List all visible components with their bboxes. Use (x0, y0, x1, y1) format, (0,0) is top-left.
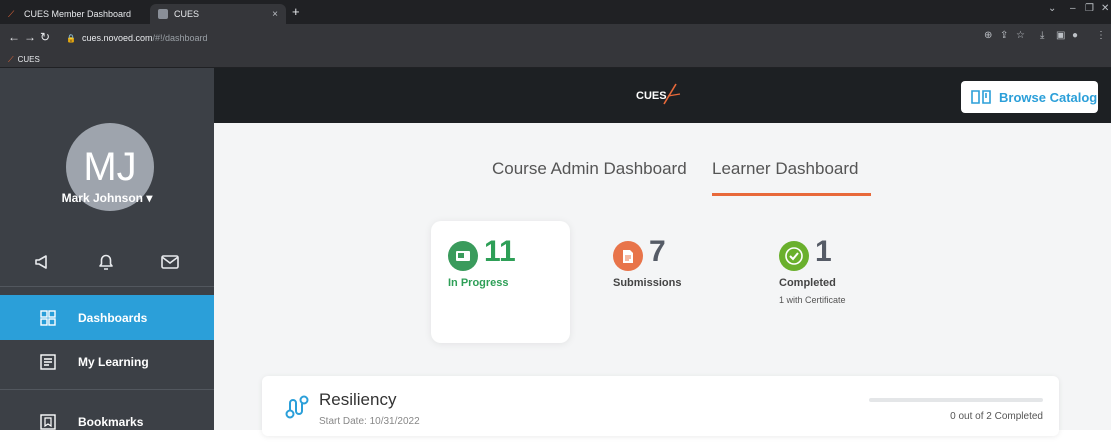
star-icon[interactable]: ☆ (1016, 30, 1025, 41)
sidebar-item-label: My Learning (78, 354, 149, 369)
sidebar-item-label: Bookmarks (78, 414, 144, 429)
tab-learner-dashboard[interactable]: Learner Dashboard (712, 159, 858, 179)
user-name-menu[interactable]: Mark Johnson ▾ (0, 191, 214, 205)
in-progress-label: In Progress (448, 277, 509, 289)
browser-tab-cues[interactable]: CUES × (150, 4, 286, 24)
sidebar-item-my-learning[interactable]: My Learning (0, 339, 214, 384)
list-icon (40, 353, 56, 370)
active-tab-indicator (712, 193, 871, 196)
cues-logo[interactable]: CUES (634, 82, 694, 108)
menu-icon[interactable]: ⋮ (1096, 30, 1106, 41)
course-card-resiliency[interactable]: Resiliency Start Date: 10/31/2022 0 out … (262, 376, 1059, 436)
browse-catalog-label: Browse Catalog (999, 89, 1098, 105)
zoom-icon[interactable]: ⊕ (984, 30, 992, 41)
grid-icon (40, 309, 56, 326)
cues-favicon-icon: ⟋ (8, 54, 14, 64)
in-progress-count: 11 (484, 235, 516, 268)
bookmark-icon (40, 413, 56, 430)
submissions-count: 7 (649, 235, 666, 268)
reload-icon[interactable]: ↻ (40, 30, 50, 44)
sidebar-item-dashboards[interactable]: Dashboards (0, 295, 214, 340)
window-close-icon[interactable]: ✕ (1101, 3, 1109, 14)
sidepanel-icon[interactable]: ▣ (1056, 30, 1065, 41)
checkmark-icon (779, 241, 809, 271)
address-bar[interactable]: 🔒 cues.novoed.com/#!/dashboard (56, 28, 1076, 48)
bookmark-cues[interactable]: CUES (18, 55, 40, 64)
submissions-label: Submissions (613, 277, 682, 289)
browser-tab-bar: ⟋ CUES Member Dashboard × CUES × + ⌄ – ❐… (0, 0, 1111, 24)
sidebar: MJ Mark Johnson ▾ Dashboards My Learning (0, 68, 214, 430)
mail-icon[interactable] (158, 250, 182, 274)
browse-catalog-button[interactable]: Browse Catalog (961, 81, 1098, 113)
close-tab-icon[interactable]: × (272, 9, 278, 20)
sidebar-divider (0, 286, 214, 287)
forward-icon[interactable]: → (24, 30, 36, 44)
lock-icon: 🔒 (66, 33, 76, 43)
course-start-date: Start Date: 10/31/2022 (319, 416, 420, 427)
course-progress-bar (869, 398, 1043, 402)
course-completion-status: 0 out of 2 Completed (950, 411, 1043, 422)
certificate-count: 1 with Certificate (779, 295, 846, 305)
top-header: CUES Browse Catalog (214, 68, 1111, 123)
logo-text: CUES (636, 90, 667, 102)
megaphone-icon[interactable] (32, 250, 56, 274)
browser-toolbar: ← → ↻ 🔒 cues.novoed.com/#!/dashboard ⊕ ⇪… (0, 24, 1111, 52)
restore-icon[interactable]: ❐ (1085, 3, 1094, 14)
tab-title: CUES Member Dashboard (24, 9, 132, 19)
tab-search-icon[interactable]: ⌄ (1048, 3, 1056, 14)
main-content: Course Admin Dashboard Learner Dashboard… (214, 123, 1111, 436)
tab-title: CUES (174, 9, 200, 19)
profile-icon[interactable]: ● (1072, 30, 1078, 41)
sidebar-divider (0, 389, 214, 390)
in-progress-icon (448, 241, 478, 271)
cues-favicon-icon: ⟋ (8, 9, 15, 19)
new-tab-icon[interactable]: + (292, 4, 300, 20)
back-icon[interactable]: ← (8, 30, 20, 44)
submissions-icon (613, 241, 643, 271)
open-book-icon (971, 90, 991, 104)
tab-course-admin-dashboard[interactable]: Course Admin Dashboard (492, 159, 687, 179)
sidebar-quick-icons (0, 250, 214, 290)
learning-path-icon (285, 395, 309, 419)
completed-label: Completed (779, 277, 836, 289)
bookmarks-bar: ⟋ CUES (0, 52, 1111, 68)
share-icon[interactable]: ⇪ (1000, 30, 1008, 41)
url-path: /#!/dashboard (152, 33, 208, 43)
url-host: cues.novoed.com (81, 33, 153, 43)
minimize-icon[interactable]: – (1070, 3, 1076, 14)
cues-favicon-icon (158, 9, 168, 19)
completed-count: 1 (815, 235, 832, 268)
course-title[interactable]: Resiliency (319, 390, 396, 410)
download-icon[interactable]: ⤓ (1040, 30, 1044, 41)
bell-icon[interactable] (94, 250, 118, 274)
sidebar-item-bookmarks[interactable]: Bookmarks (0, 399, 214, 444)
sidebar-item-label: Dashboards (78, 310, 148, 325)
